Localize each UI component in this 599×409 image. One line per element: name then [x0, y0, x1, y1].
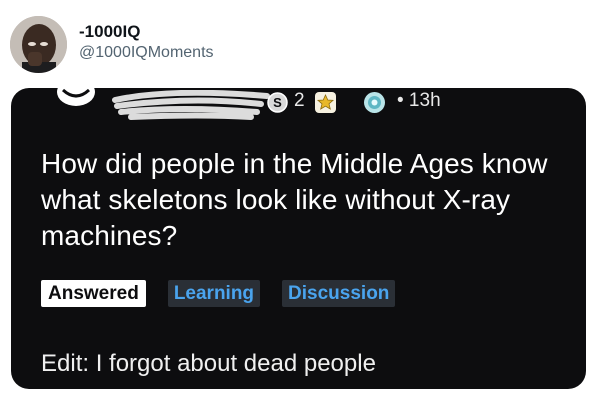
gold-award-icon	[315, 92, 336, 113]
silver-award-count: 2	[294, 90, 305, 111]
post-title[interactable]: How did people in the Middle Ages know w…	[41, 146, 576, 254]
post-meta-row: S 2 • 13h	[11, 88, 586, 120]
thinking-man-avatar-icon	[10, 15, 67, 73]
redaction-scribble	[112, 90, 270, 120]
flair-learning[interactable]: Learning	[167, 280, 261, 307]
avatar[interactable]	[10, 15, 67, 73]
tweet-names: -1000IQ @1000IQMoments	[79, 21, 214, 63]
handle[interactable]: @1000IQMoments	[79, 42, 214, 63]
reddit-icon	[57, 88, 95, 106]
display-name[interactable]: -1000IQ	[79, 21, 214, 42]
tweet-header: -1000IQ @1000IQMoments	[10, 12, 214, 76]
platinum-award-icon	[364, 92, 385, 113]
post-edit-text: Edit: I forgot about dead people	[41, 350, 376, 377]
flair-discussion[interactable]: Discussion	[282, 280, 396, 307]
flair-answered[interactable]: Answered	[41, 280, 146, 307]
post-time: • 13h	[397, 90, 441, 111]
svg-text:S: S	[273, 95, 282, 110]
silver-award-icon: S	[267, 92, 288, 113]
reddit-post-card: S 2 • 13h How did people in the Middle A…	[11, 88, 586, 389]
flair-row: Answered Learning Discussion	[41, 280, 396, 307]
